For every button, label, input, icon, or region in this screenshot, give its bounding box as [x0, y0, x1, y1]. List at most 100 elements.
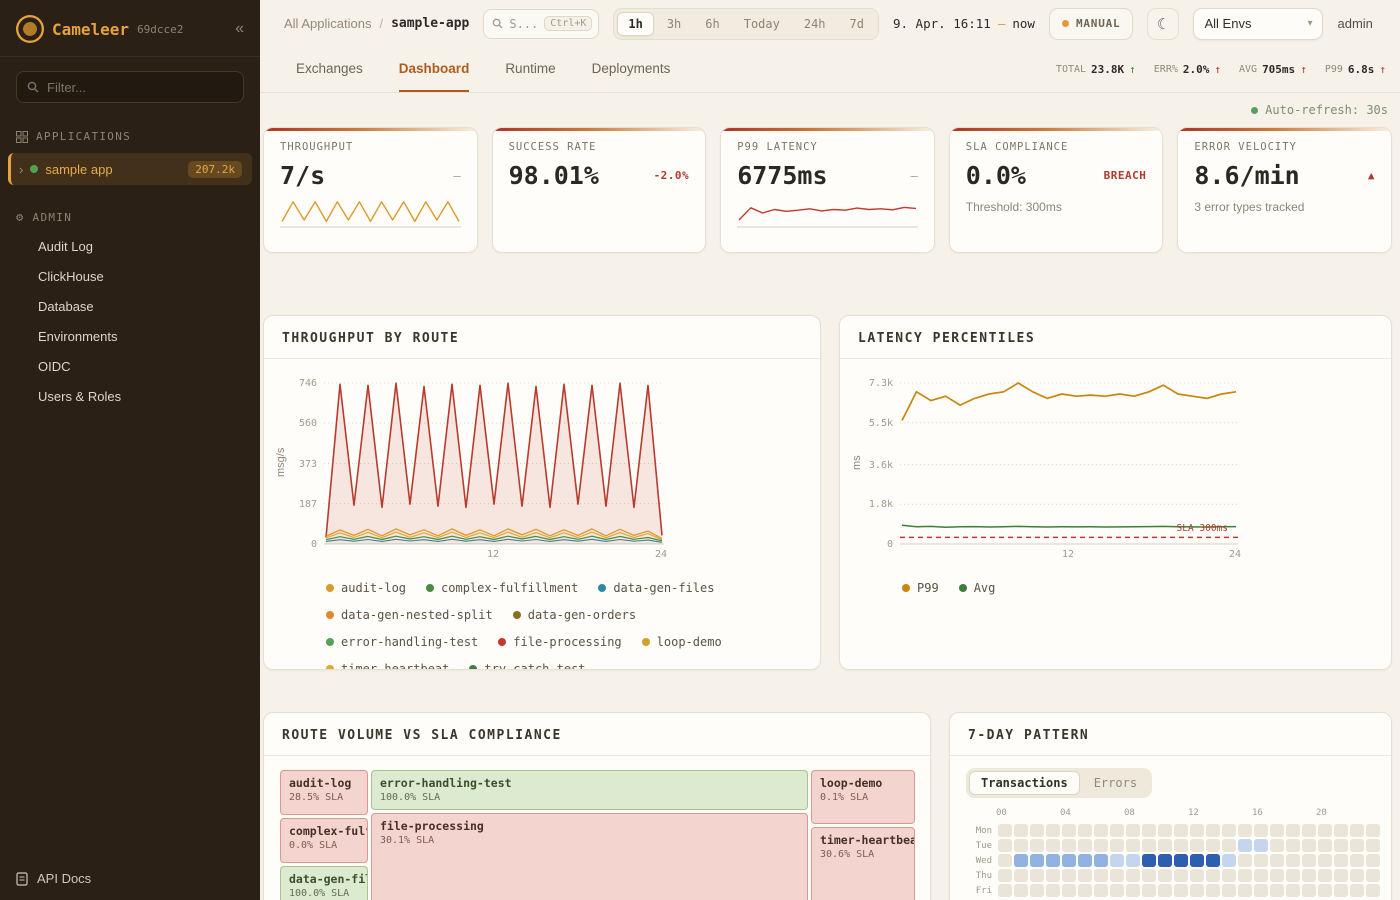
- kpi-success-rate: SUCCESS RATE 98.01% -2.0%: [492, 127, 707, 253]
- legend-item[interactable]: error-handling-test: [326, 635, 478, 649]
- heatmap-cell: [1270, 854, 1284, 867]
- filter-input[interactable]: Filter...: [16, 71, 244, 103]
- heatmap-cell: [998, 884, 1012, 897]
- heatmap-cell: [1350, 884, 1364, 897]
- sidebar-item-audit-log[interactable]: Audit Log: [0, 232, 260, 262]
- heatmap-cell: [1254, 884, 1268, 897]
- legend-item[interactable]: data-gen-nested-split: [326, 608, 493, 622]
- sidebar-item-users-roles[interactable]: Users & Roles: [0, 382, 260, 412]
- heatmap-cell: [1254, 854, 1268, 867]
- range-today[interactable]: Today: [733, 12, 791, 36]
- manual-refresh-button[interactable]: MANUAL: [1049, 8, 1134, 40]
- heatmap-cell: [998, 839, 1012, 852]
- collapse-sidebar-button[interactable]: «: [235, 20, 244, 38]
- heatmap-hour-label: 08: [1124, 808, 1135, 818]
- legend-item[interactable]: complex-fulfillment: [426, 581, 578, 595]
- heatmap-cell: [1094, 854, 1108, 867]
- heatmap-cell: [1126, 824, 1140, 837]
- tab-deployments[interactable]: Deployments: [592, 47, 671, 92]
- kpi-value: 6775ms: [737, 161, 827, 190]
- treemap-box[interactable]: loop-demo0.1% SLA: [811, 770, 915, 824]
- environment-select[interactable]: All Envs ▾: [1193, 8, 1323, 40]
- heatmap-cell: [1190, 839, 1204, 852]
- range-1h[interactable]: 1h: [617, 12, 653, 36]
- tab-exchanges[interactable]: Exchanges: [296, 47, 363, 92]
- treemap-box[interactable]: error-handling-test100.0% SLA: [371, 770, 808, 810]
- treemap-box[interactable]: data-gen-files100.0% SLA: [280, 866, 368, 900]
- axis-tick: 7.3k: [869, 378, 893, 389]
- kpi-title: P99 LATENCY: [737, 141, 918, 153]
- heatmap-cell: [1078, 869, 1092, 882]
- heatmap-cell: [1286, 824, 1300, 837]
- week-heatmap: 000408121620MonTueWedThuFri: [950, 808, 1391, 897]
- heatmap-cell: [1030, 839, 1044, 852]
- breadcrumb-separator: /: [379, 16, 383, 31]
- heatmap-cell: [1094, 869, 1108, 882]
- kpi-title: THROUGHPUT: [280, 141, 461, 153]
- heatmap-cell: [1334, 854, 1348, 867]
- app-status-dot: [30, 165, 38, 173]
- legend-item[interactable]: loop-demo: [642, 635, 722, 649]
- chart-legend: P99 Avg: [840, 565, 1391, 595]
- axis-tick: 1.8k: [869, 499, 893, 510]
- heatmap-cell: [1030, 869, 1044, 882]
- auto-refresh-status: Auto-refresh: 30s: [263, 93, 1392, 127]
- app-root: Cameleer 69dcce2 « Filter... APPLICATION…: [0, 0, 1400, 900]
- legend-item[interactable]: data-gen-orders: [513, 608, 636, 622]
- range-3h[interactable]: 3h: [656, 12, 692, 36]
- heatmap-hour-label: 00: [996, 808, 1007, 818]
- legend-item[interactable]: Avg: [959, 581, 996, 595]
- legend-item[interactable]: data-gen-files: [598, 581, 714, 595]
- axis-tick: 0: [887, 539, 893, 550]
- legend-item[interactable]: try-catch-test: [469, 662, 585, 670]
- kpi-error-velocity: ERROR VELOCITY 8.6/min ▲ 3 error types t…: [1177, 127, 1392, 253]
- heatmap-cell: [1190, 824, 1204, 837]
- legend-item[interactable]: timer-heartbeat: [326, 662, 449, 670]
- treemap-box[interactable]: timer-heartbeat30.6% SLA: [811, 827, 915, 900]
- heatmap-cell: [1110, 869, 1124, 882]
- dark-mode-toggle[interactable]: ☾: [1147, 8, 1179, 40]
- heatmap-cell: [1222, 869, 1236, 882]
- sidebar-item-environments[interactable]: Environments: [0, 322, 260, 352]
- heatmap-cell: [1366, 839, 1380, 852]
- toggle-errors[interactable]: Errors: [1082, 771, 1149, 795]
- heatmap-cell: [1062, 854, 1076, 867]
- user-menu[interactable]: admin: [1337, 16, 1372, 31]
- legend-dot: [326, 665, 334, 670]
- throughput-sparkline: [280, 195, 461, 229]
- tab-runtime[interactable]: Runtime: [505, 47, 555, 92]
- range-6h[interactable]: 6h: [694, 12, 730, 36]
- global-search-button[interactable]: S... Ctrl+K: [483, 9, 599, 39]
- heatmap-cell: [1350, 839, 1364, 852]
- sidebar-item-database[interactable]: Database: [0, 292, 260, 322]
- heatmap-cell: [1046, 869, 1060, 882]
- toggle-transactions[interactable]: Transactions: [969, 771, 1080, 795]
- route-volume-sla-card: ROUTE VOLUME VS SLA COMPLIANCE audit-log…: [263, 712, 931, 900]
- manual-status-dot: [1062, 20, 1069, 27]
- sidebar-item-oidc[interactable]: OIDC: [0, 352, 260, 382]
- legend-dot: [326, 611, 334, 619]
- tab-dashboard[interactable]: Dashboard: [399, 47, 470, 92]
- treemap-box[interactable]: audit-log28.5% SLA: [280, 770, 368, 815]
- sidebar: Cameleer 69dcce2 « Filter... APPLICATION…: [0, 0, 260, 900]
- range-24h[interactable]: 24h: [793, 12, 837, 36]
- date-dash: —: [998, 16, 1006, 31]
- sidebar-item-clickhouse[interactable]: ClickHouse: [0, 262, 260, 292]
- breadcrumb-current-app: sample-app: [391, 16, 469, 31]
- sidebar-item-sample-app[interactable]: › sample app 207.2k: [8, 153, 252, 185]
- date-range-display[interactable]: 9. Apr. 16:11 — now: [893, 16, 1035, 31]
- legend-dot: [642, 638, 650, 646]
- treemap-box[interactable]: file-processing30.1% SLA: [371, 813, 808, 900]
- heatmap-cell: [1350, 854, 1364, 867]
- api-docs-link[interactable]: API Docs: [16, 871, 91, 886]
- heatmap-cell: [1334, 839, 1348, 852]
- legend-item[interactable]: P99: [902, 581, 939, 595]
- heatmap-cell: [1318, 884, 1332, 897]
- range-7d[interactable]: 7d: [839, 12, 875, 36]
- topbar: All Applications / sample-app S... Ctrl+…: [260, 0, 1400, 47]
- legend-item[interactable]: file-processing: [498, 635, 621, 649]
- heatmap-cell: [1110, 824, 1124, 837]
- breadcrumb-all-applications[interactable]: All Applications: [284, 16, 371, 31]
- legend-item[interactable]: audit-log: [326, 581, 406, 595]
- treemap-box[interactable]: complex-fulfil...0.0% SLA: [280, 818, 368, 863]
